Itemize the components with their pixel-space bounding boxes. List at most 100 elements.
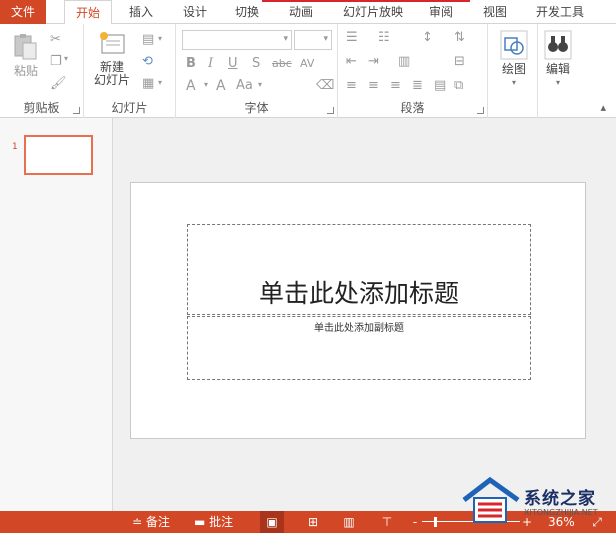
slide-thumbnail-pane: 1 <box>0 118 113 511</box>
subtitle-placeholder-text: 单击此处添加副标题 <box>314 323 404 334</box>
tab-design[interactable]: 设计 <box>174 0 216 24</box>
text-direction-icon[interactable]: ⇅ <box>454 30 465 45</box>
group-clipboard: 粘贴 ✂ ❐ ▾ 🖌 剪贴板 <box>0 24 84 118</box>
align-text-icon[interactable]: ⊟ <box>454 54 465 69</box>
smartart-icon[interactable]: ⧉ <box>454 78 463 93</box>
watermark-name: 系统之家 <box>524 489 596 509</box>
shadow-button[interactable]: S <box>252 56 260 71</box>
align-right-icon[interactable]: ≡ <box>390 78 401 93</box>
tab-developer[interactable]: 开发工具 <box>528 0 592 24</box>
comments-button[interactable]: ▬ 批注 <box>194 511 233 533</box>
notes-icon: ≐ <box>132 515 143 529</box>
tab-home[interactable]: 开始 <box>64 0 112 25</box>
section-icon[interactable]: ▦ <box>142 76 154 91</box>
slideshow-button[interactable]: ⊤ <box>378 511 396 533</box>
drawing-button[interactable]: 绘图 ▾ <box>496 30 532 89</box>
paste-icon <box>14 34 37 60</box>
slideshow-icon: ⊤ <box>381 515 393 529</box>
bold-button[interactable]: B <box>186 56 196 71</box>
watermark-url: XITONGZHIJIA.NET <box>524 508 598 517</box>
group-label-font: 字体 <box>244 101 269 115</box>
underline-button[interactable]: U <box>228 56 238 71</box>
layout-icon[interactable]: ▤ <box>142 32 154 47</box>
font-size-combo[interactable]: ▾ <box>294 30 332 50</box>
editing-button[interactable]: 编辑 ▾ <box>540 30 576 89</box>
decrease-indent-icon[interactable]: ⇤ <box>346 54 357 69</box>
ribbon-tab-bar: 文件 开始 插入 设计 切换 动画 幻灯片放映 审阅 视图 开发工具 <box>0 0 616 25</box>
title-placeholder[interactable]: 单击此处添加标题 <box>187 224 531 315</box>
group-drawing: 绘图 ▾ <box>488 24 538 118</box>
change-case-dropdown-icon[interactable]: ▾ <box>258 80 262 89</box>
tab-review[interactable]: 审阅 <box>420 0 462 24</box>
reading-view-icon: ▥ <box>343 515 355 529</box>
paste-button[interactable]: 粘贴 <box>8 32 44 78</box>
title-placeholder-text: 单击此处添加标题 <box>258 279 459 308</box>
group-label-paragraph: 段落 <box>400 101 425 115</box>
tab-slideshow[interactable]: 幻灯片放映 <box>336 0 410 24</box>
notes-button[interactable]: ≐ 备注 <box>132 511 170 533</box>
new-slide-button[interactable]: 新建 幻灯片 <box>90 30 134 87</box>
chevron-down-icon: ▾ <box>323 34 328 44</box>
slide-canvas[interactable]: 单击此处添加标题 单击此处添加副标题 <box>130 182 586 439</box>
bullets-icon[interactable]: ☰ <box>346 30 358 45</box>
font-name-combo[interactable]: ▾ <box>182 30 292 50</box>
tab-transitions[interactable]: 切换 <box>226 0 268 24</box>
character-spacing-button[interactable]: AV <box>300 57 314 70</box>
group-font: ▾ ▾ B I U S abc AV A ▾ A Aa ▾ ⌫ 字体 <box>176 24 338 118</box>
slide-sorter-icon: ⊞ <box>307 515 319 529</box>
binoculars-icon <box>544 30 572 60</box>
copy-icon[interactable]: ❐ <box>50 54 62 69</box>
chevron-down-icon: ▾ <box>283 34 288 44</box>
editing-dropdown-icon: ▾ <box>555 78 560 87</box>
grow-font-button[interactable]: A <box>216 78 226 94</box>
line-spacing-icon[interactable]: ↕ <box>422 30 433 45</box>
align-center-icon[interactable]: ≡ <box>368 78 379 93</box>
slide-thumbnail-number: 1 <box>12 142 18 152</box>
justify-icon[interactable]: ≣ <box>412 78 423 93</box>
zoom-out-button[interactable]: - <box>410 511 420 533</box>
section-dropdown-icon[interactable]: ▾ <box>158 78 162 87</box>
clear-formatting-icon[interactable]: ⌫ <box>316 78 334 93</box>
font-color-button[interactable]: A <box>186 78 196 94</box>
distributed-icon[interactable]: ▤ <box>434 78 446 93</box>
workspace: 1 单击此处添加标题 单击此处添加副标题 <box>0 118 616 511</box>
columns-icon[interactable]: ▥ <box>398 54 410 69</box>
zoom-slider-thumb[interactable] <box>434 517 437 527</box>
normal-view-icon: ▣ <box>266 515 278 529</box>
cut-icon[interactable]: ✂ <box>50 32 61 47</box>
collapse-ribbon-icon[interactable]: ▴ <box>600 101 606 114</box>
font-launcher-icon[interactable] <box>327 107 334 114</box>
layout-dropdown-icon[interactable]: ▾ <box>158 34 162 43</box>
normal-view-button[interactable]: ▣ <box>260 511 284 533</box>
shapes-icon <box>500 30 528 60</box>
group-slides: 新建 幻灯片 ▤ ▾ ⟲ ▦ ▾ 幻灯片 <box>84 24 176 118</box>
slide-thumbnail[interactable] <box>24 135 93 175</box>
align-left-icon[interactable]: ≡ <box>346 78 357 93</box>
group-label-clipboard: 剪贴板 <box>23 101 60 115</box>
copy-dropdown-icon[interactable]: ▾ <box>64 54 68 63</box>
increase-indent-icon[interactable]: ⇥ <box>368 54 379 69</box>
new-slide-icon <box>100 32 125 54</box>
change-case-button[interactable]: Aa <box>236 78 253 93</box>
group-editing: 编辑 ▾ ▴ <box>538 24 616 118</box>
group-label-slides: 幻灯片 <box>111 101 148 115</box>
paragraph-launcher-icon[interactable] <box>477 107 484 114</box>
tab-view[interactable]: 视图 <box>474 0 516 24</box>
tab-file[interactable]: 文件 <box>0 0 46 24</box>
subtitle-placeholder[interactable]: 单击此处添加副标题 <box>187 316 531 380</box>
tab-insert[interactable]: 插入 <box>120 0 162 24</box>
format-painter-icon[interactable]: 🖌 <box>50 76 67 91</box>
font-color-dropdown-icon[interactable]: ▾ <box>204 80 208 89</box>
strikethrough-button[interactable]: abc <box>272 57 292 70</box>
comment-icon: ▬ <box>194 515 206 529</box>
drawing-dropdown-icon: ▾ <box>511 78 516 87</box>
reading-view-button[interactable]: ▥ <box>340 511 358 533</box>
italic-button[interactable]: I <box>208 56 213 71</box>
clipboard-launcher-icon[interactable] <box>73 107 80 114</box>
watermark-house-logo-icon <box>462 476 520 523</box>
reset-icon[interactable]: ⟲ <box>142 54 153 69</box>
slide-sorter-button[interactable]: ⊞ <box>304 511 322 533</box>
tab-animations[interactable]: 动画 <box>280 0 322 24</box>
ribbon-home: 粘贴 ✂ ❐ ▾ 🖌 剪贴板 新建 幻灯片 ▤ ▾ ⟲ ▦ ▾ 幻灯片 ▾ ▾ … <box>0 24 616 118</box>
numbering-icon[interactable]: ☷ <box>378 30 390 45</box>
